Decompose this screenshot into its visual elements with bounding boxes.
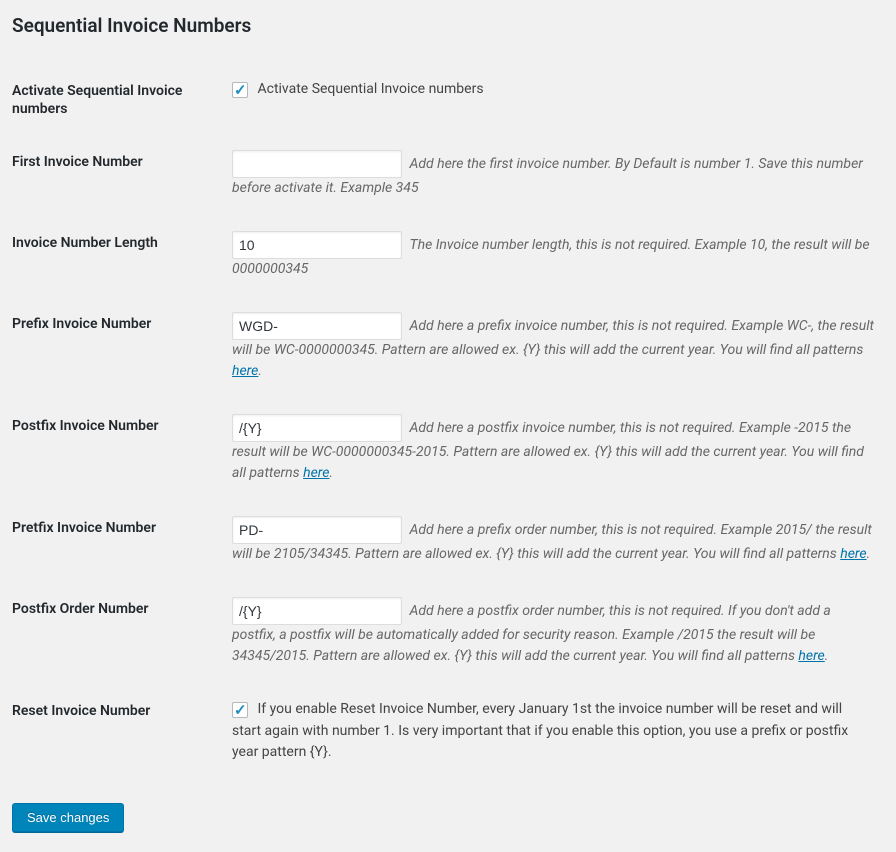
postfix-order-input[interactable]	[232, 597, 402, 625]
prefix-invoice-input[interactable]	[232, 312, 402, 340]
row-prefix-invoice: Prefix Invoice Number Add here a prefix …	[12, 300, 884, 402]
settings-form-table: Activate Sequential Invoice numbers Acti…	[12, 67, 884, 783]
label-postfix-invoice: Postfix Invoice Number	[12, 402, 232, 504]
postfix-order-link[interactable]: here	[798, 648, 824, 664]
activate-checkbox[interactable]	[232, 82, 248, 98]
postfix-invoice-desc-end: .	[329, 465, 333, 481]
row-length: Invoice Number Length The Invoice number…	[12, 219, 884, 300]
reset-desc: If you enable Reset Invoice Number, ever…	[232, 701, 848, 759]
save-button[interactable]: Save changes	[12, 803, 124, 832]
reset-checkbox[interactable]	[232, 702, 248, 718]
label-prefix-invoice: Prefix Invoice Number	[12, 300, 232, 402]
row-postfix-invoice: Postfix Invoice Number Add here a postfi…	[12, 402, 884, 504]
label-postfix-order: Postfix Order Number	[12, 585, 232, 687]
postfix-invoice-input[interactable]	[232, 414, 402, 442]
label-length: Invoice Number Length	[12, 219, 232, 300]
section-heading: Sequential Invoice Numbers	[12, 14, 884, 37]
postfix-invoice-link[interactable]: here	[303, 465, 329, 481]
row-first-invoice: First Invoice Number Add here the first …	[12, 138, 884, 219]
row-reset: Reset Invoice Number If you enable Reset…	[12, 687, 884, 783]
row-pretfix-invoice: Pretfix Invoice Number Add here a prefix…	[12, 504, 884, 585]
activate-checkbox-label: Activate Sequential Invoice numbers	[257, 81, 483, 97]
prefix-invoice-link[interactable]: here	[232, 363, 258, 379]
pretfix-invoice-input[interactable]	[232, 516, 402, 544]
length-input[interactable]	[232, 231, 402, 259]
label-first-invoice: First Invoice Number	[12, 138, 232, 219]
row-activate: Activate Sequential Invoice numbers Acti…	[12, 67, 884, 138]
label-reset: Reset Invoice Number	[12, 687, 232, 783]
label-pretfix-invoice: Pretfix Invoice Number	[12, 504, 232, 585]
pretfix-invoice-link[interactable]: here	[840, 546, 866, 562]
first-invoice-input[interactable]	[232, 150, 402, 178]
pretfix-invoice-desc-end: .	[867, 546, 871, 562]
postfix-order-desc-end: .	[825, 648, 829, 664]
prefix-invoice-desc-end: .	[258, 363, 262, 379]
row-postfix-order: Postfix Order Number Add here a postfix …	[12, 585, 884, 687]
label-activate: Activate Sequential Invoice numbers	[12, 67, 232, 138]
